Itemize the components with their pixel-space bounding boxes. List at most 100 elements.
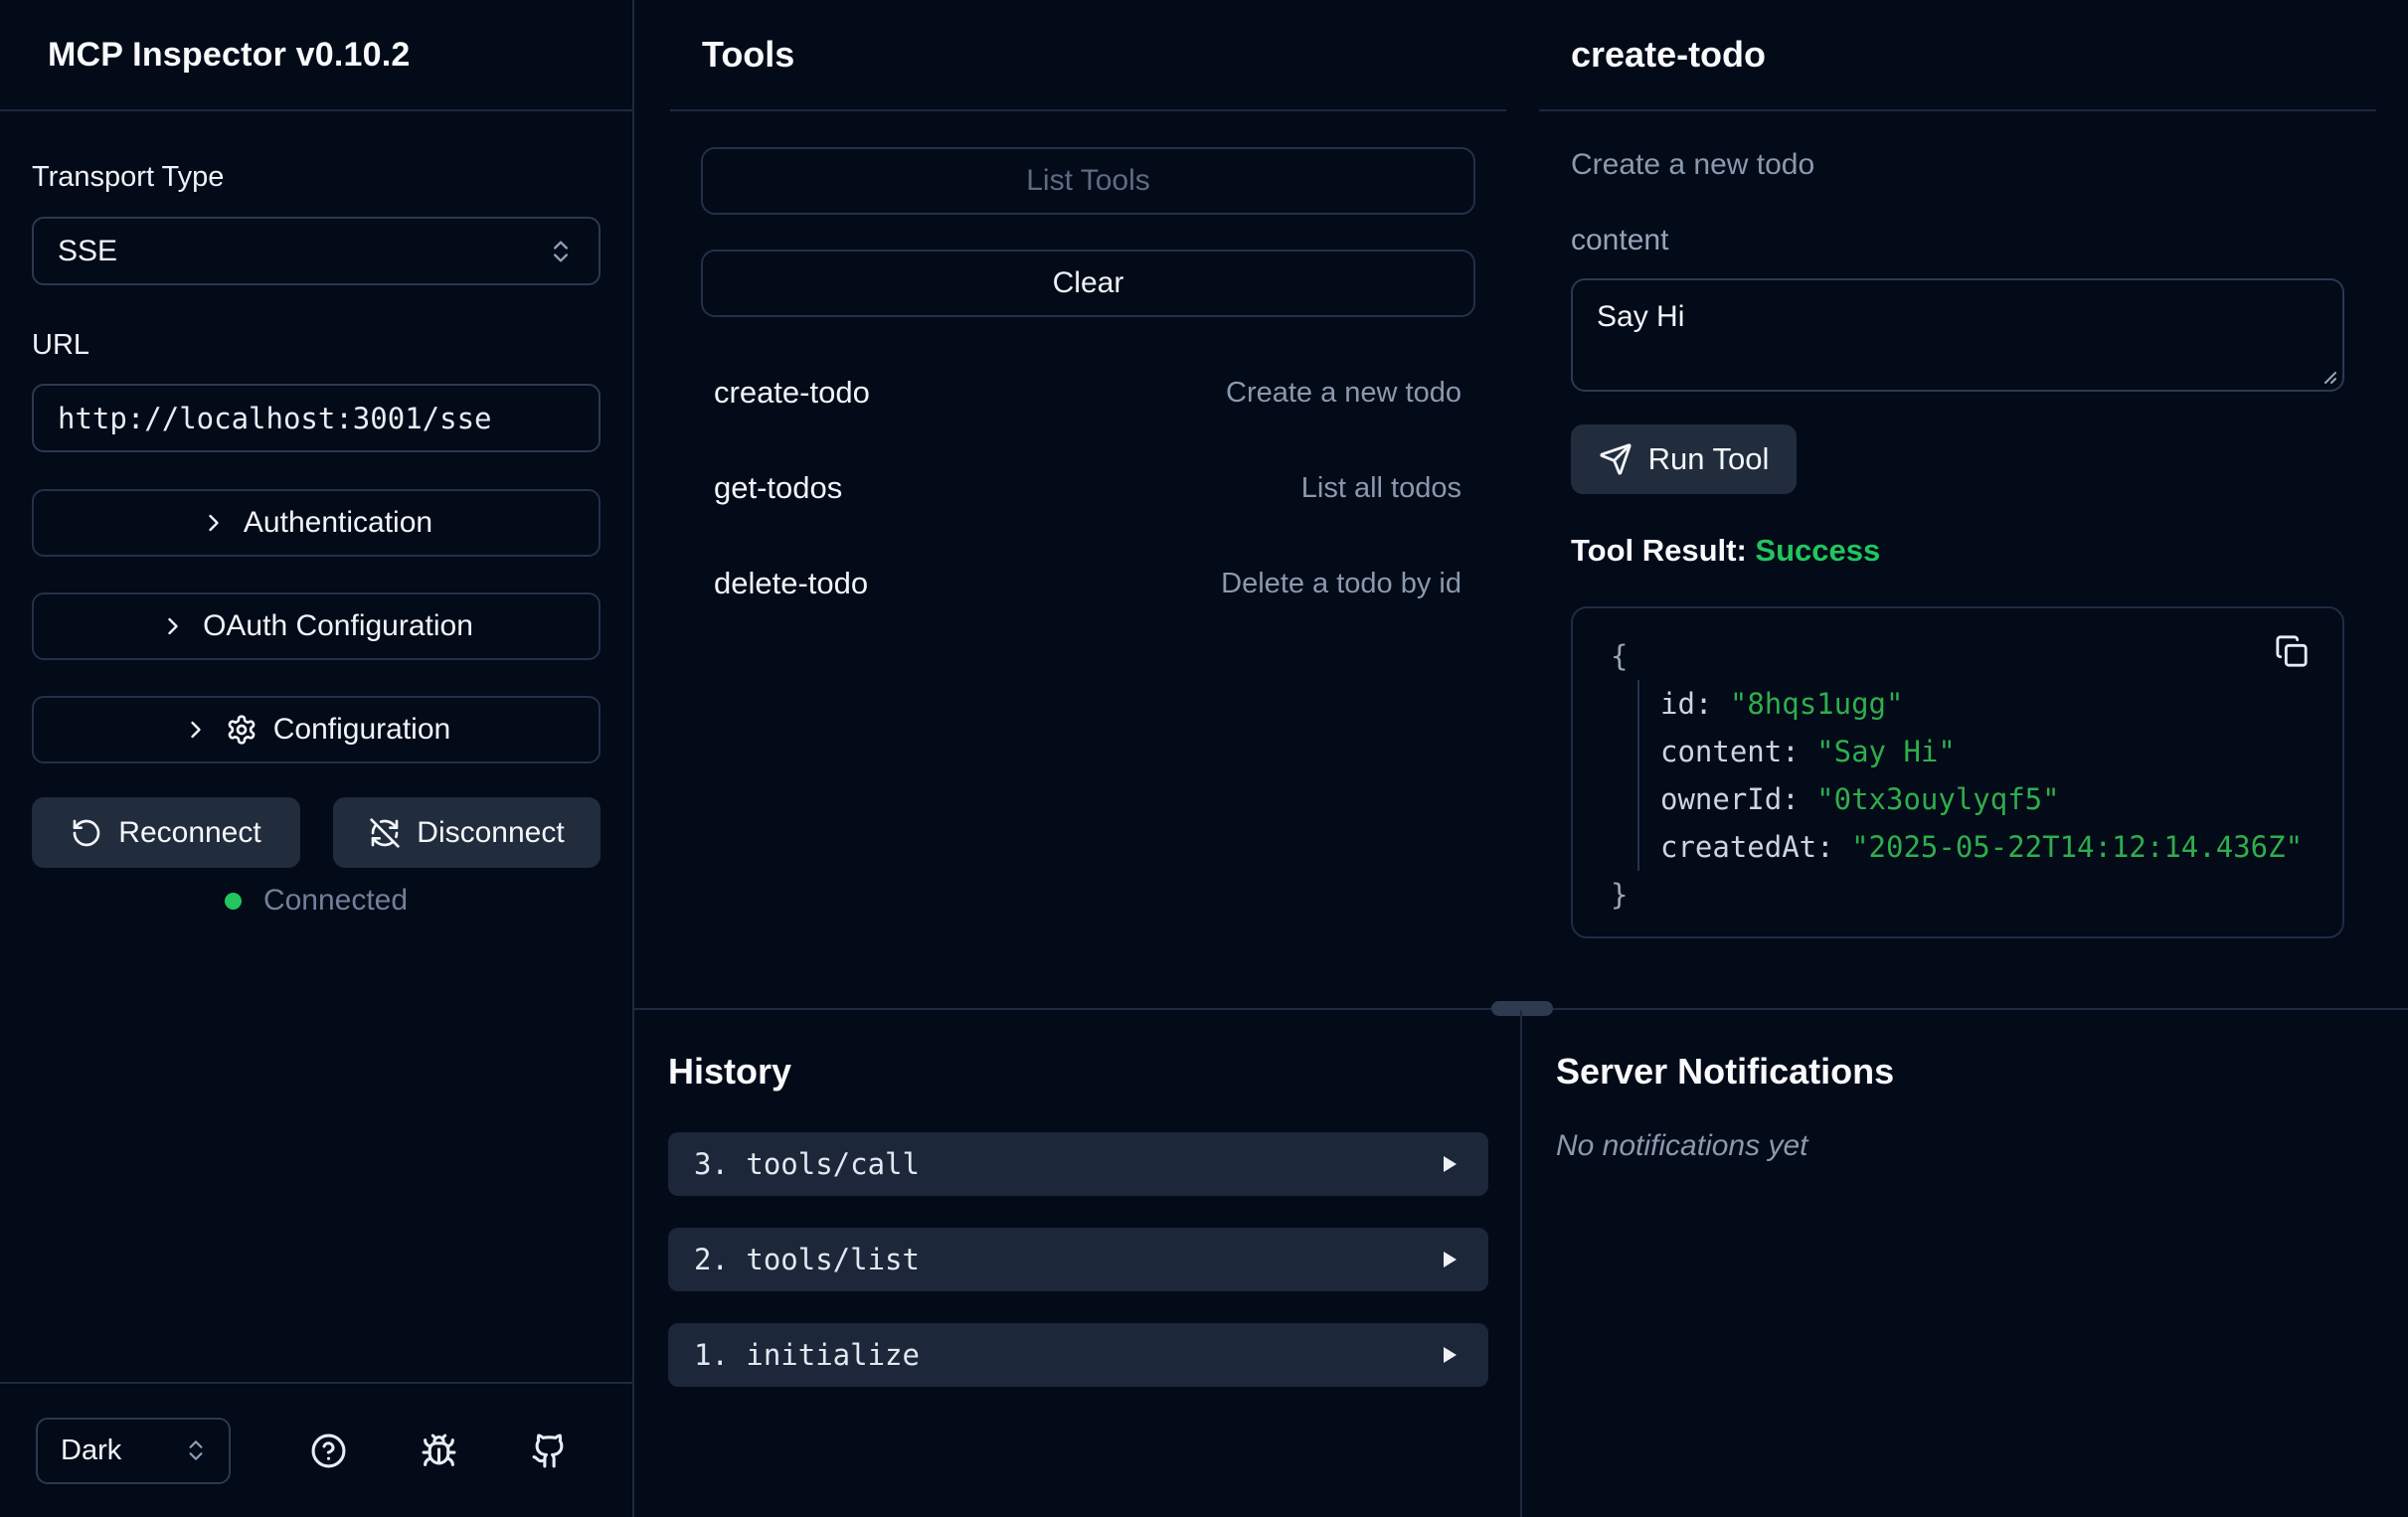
reconnect-button[interactable]: Reconnect [32, 797, 300, 868]
sidebar: MCP Inspector v0.10.2 Transport Type SSE… [0, 0, 634, 1517]
tool-description: List all todos [1301, 472, 1462, 505]
github-button[interactable] [529, 1431, 569, 1470]
tool-detail-panel: create-todo Create a new todo content Sa… [1522, 0, 2408, 1008]
tool-description: Create a new todo [1226, 377, 1462, 410]
status-dot-icon [225, 893, 242, 910]
authentication-label: Authentication [244, 506, 432, 540]
server-notifications-panel: Server Notifications No notifications ye… [1522, 1010, 2408, 1517]
send-icon [1599, 442, 1633, 476]
disconnect-button[interactable]: Disconnect [333, 797, 601, 868]
copy-result-button[interactable] [2275, 634, 2309, 668]
tool-result-label: Tool Result: [1571, 533, 1747, 568]
main-area: Tools List Tools Clear create-todo Creat… [634, 0, 2408, 1517]
github-icon [531, 1433, 568, 1469]
disconnect-label: Disconnect [417, 816, 564, 850]
connection-buttons: Reconnect Disconnect [32, 797, 601, 868]
app-title: MCP Inspector v0.10.2 [48, 36, 411, 75]
tools-title: Tools [702, 34, 794, 76]
chevrons-up-down-icon [547, 238, 575, 265]
json-line: id: "8hqs1ugg" [1660, 680, 2342, 728]
content-field-wrap: Say Hi [1571, 278, 2344, 392]
transport-type-value: SSE [58, 235, 117, 268]
sidebar-footer: Dark [0, 1382, 632, 1517]
tool-result-status: Success [1755, 533, 1880, 568]
mcp-inspector-app: MCP Inspector v0.10.2 Transport Type SSE… [0, 0, 2408, 1517]
result-json: { id: "8hqs1ugg" content: "Say Hi" owner… [1611, 632, 2342, 919]
report-bug-button[interactable] [419, 1431, 458, 1470]
refresh-off-icon [369, 817, 401, 849]
connection-status: Connected [32, 884, 601, 918]
history-items: 3. tools/call 2. tools/list 1. initializ… [668, 1132, 1488, 1387]
chevron-right-icon [159, 612, 187, 640]
tool-list: create-todo Create a new todo get-todos … [701, 361, 1475, 615]
theme-value: Dark [61, 1434, 121, 1467]
url-label: URL [32, 327, 601, 363]
help-circle-icon [310, 1433, 347, 1469]
tool-description: Delete a todo by id [1221, 568, 1462, 600]
list-tools-button[interactable]: List Tools [701, 147, 1475, 215]
tool-detail-header: create-todo [1539, 0, 2376, 111]
tool-detail-title: create-todo [1571, 34, 1766, 76]
history-item-tools-list[interactable]: 2. tools/list [668, 1228, 1488, 1291]
oauth-configuration-label: OAuth Configuration [203, 609, 473, 643]
json-line: ownerId: "0tx3ouylyqf5" [1660, 775, 2342, 823]
tool-result-heading: Tool Result: Success [1571, 533, 2344, 569]
resize-grip-icon[interactable] [2317, 364, 2338, 386]
expand-play-icon [1437, 1248, 1461, 1271]
json-open-brace: { [1611, 632, 2342, 680]
history-item-tools-call[interactable]: 3. tools/call [668, 1132, 1488, 1196]
tools-panel: Tools List Tools Clear create-todo Creat… [634, 0, 1522, 1008]
tool-row-delete-todo[interactable]: delete-todo Delete a todo by id [701, 552, 1475, 615]
server-notifications-title: Server Notifications [1556, 1051, 2408, 1093]
bottom-section: History 3. tools/call 2. tools/list [634, 1010, 2408, 1517]
tool-name: create-todo [701, 375, 870, 411]
json-entries: id: "8hqs1ugg" content: "Say Hi" ownerId… [1637, 680, 2342, 871]
clear-label: Clear [1053, 266, 1124, 300]
status-text: Connected [263, 884, 408, 918]
sidebar-header: MCP Inspector v0.10.2 [0, 0, 632, 111]
bug-icon [421, 1433, 457, 1469]
content-field[interactable]: Say Hi [1571, 278, 2344, 392]
tool-detail-content: Create a new todo content Say Hi Run Too… [1522, 148, 2408, 938]
json-close-brace: } [1611, 871, 2342, 919]
expand-play-icon [1437, 1343, 1461, 1367]
no-notifications-text: No notifications yet [1556, 1129, 2408, 1163]
tool-name: delete-todo [701, 566, 868, 601]
history-panel: History 3. tools/call 2. tools/list [634, 1010, 1522, 1517]
run-tool-label: Run Tool [1648, 441, 1770, 477]
tool-name: get-todos [701, 470, 842, 506]
tools-content: List Tools Clear create-todo Create a ne… [634, 111, 1522, 615]
transport-type-select[interactable]: SSE [32, 217, 601, 285]
list-tools-label: List Tools [1026, 164, 1150, 198]
transport-type-label: Transport Type [32, 159, 601, 195]
configuration-toggle[interactable]: Configuration [32, 696, 601, 763]
top-section: Tools List Tools Clear create-todo Creat… [634, 0, 2408, 1008]
theme-select[interactable]: Dark [36, 1418, 231, 1484]
rotate-ccw-icon [71, 817, 102, 849]
chevrons-up-down-icon [183, 1437, 209, 1463]
gear-icon [226, 714, 258, 746]
sidebar-content: Transport Type SSE URL http://localhost:… [0, 111, 632, 918]
tool-result-box: { id: "8hqs1ugg" content: "Say Hi" owner… [1571, 606, 2344, 938]
authentication-toggle[interactable]: Authentication [32, 489, 601, 557]
chevron-right-icon [182, 716, 210, 744]
run-tool-button[interactable]: Run Tool [1571, 424, 1797, 494]
expand-play-icon [1437, 1152, 1461, 1176]
json-line: createdAt: "2025-05-22T14:12:14.436Z" [1660, 823, 2342, 871]
url-input[interactable]: http://localhost:3001/sse [32, 384, 601, 452]
clear-tools-button[interactable]: Clear [701, 250, 1475, 317]
oauth-configuration-toggle[interactable]: OAuth Configuration [32, 592, 601, 660]
content-field-label: content [1571, 224, 2344, 257]
tools-header: Tools [670, 0, 1506, 111]
history-title: History [668, 1051, 1488, 1093]
help-button[interactable] [308, 1431, 348, 1470]
chevron-right-icon [200, 509, 228, 537]
url-value: http://localhost:3001/sse [58, 402, 492, 435]
json-line: content: "Say Hi" [1660, 728, 2342, 775]
reconnect-label: Reconnect [118, 816, 260, 850]
tool-row-create-todo[interactable]: create-todo Create a new todo [701, 361, 1475, 424]
history-item-initialize[interactable]: 1. initialize [668, 1323, 1488, 1387]
tool-row-get-todos[interactable]: get-todos List all todos [701, 456, 1475, 520]
copy-icon [2275, 634, 2309, 668]
tool-detail-description: Create a new todo [1571, 148, 2344, 182]
